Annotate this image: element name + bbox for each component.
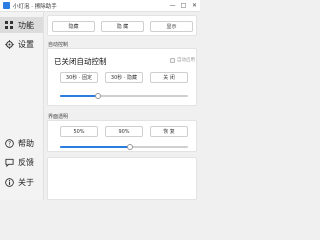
maximize-icon[interactable]: □ bbox=[178, 0, 189, 12]
app-icon bbox=[3, 2, 10, 9]
fixed-30s-button[interactable]: 30秒 · 固定 bbox=[60, 72, 98, 83]
hide-30s-button[interactable]: 30秒 · 隐藏 bbox=[105, 72, 143, 83]
opacity-50-button[interactable]: 50% bbox=[60, 126, 98, 137]
minimize-icon[interactable]: — bbox=[167, 0, 178, 12]
opacity-slider-thumb[interactable] bbox=[127, 144, 134, 150]
auto-control-slider-thumb[interactable] bbox=[95, 93, 102, 99]
log-panel bbox=[47, 157, 197, 200]
auto-enable-checkbox[interactable] bbox=[170, 57, 175, 63]
auto-enable-checkbox-row[interactable]: 自动启用 bbox=[170, 57, 195, 63]
close-auto-button[interactable]: 关 闭 bbox=[150, 72, 188, 83]
info-icon bbox=[4, 177, 14, 187]
top-actions-card: 隐藏 隐 藏 显示 bbox=[47, 15, 197, 36]
sidebar-item-label: 帮助 bbox=[18, 138, 34, 148]
opacity-reset-button[interactable]: 恢 复 bbox=[150, 126, 188, 137]
grid-icon bbox=[4, 20, 14, 30]
opacity-slider-fill bbox=[60, 146, 131, 148]
opacity-90-button[interactable]: 90% bbox=[105, 126, 143, 137]
auto-control-label: 自动控制 bbox=[48, 42, 69, 48]
sidebar-item-label: 反馈 bbox=[18, 157, 34, 167]
auto-enable-label: 自动启用 bbox=[177, 58, 195, 63]
sidebar-item-feedback[interactable]: 反馈 bbox=[0, 154, 43, 170]
title-bar: 小灯泡 · 擦除助手 — □ ✕ bbox=[0, 0, 200, 12]
auto-control-slider[interactable] bbox=[60, 93, 188, 99]
close-icon[interactable]: ✕ bbox=[189, 0, 200, 12]
auto-control-card: 已关闭自动控制 自动启用 30秒 · 固定 30秒 · 隐藏 关 闭 bbox=[47, 48, 197, 106]
hidden-button[interactable]: 隐 藏 bbox=[101, 21, 144, 32]
opacity-slider[interactable] bbox=[60, 144, 188, 150]
window-title: 小灯泡 · 擦除助手 bbox=[13, 3, 57, 10]
sidebar-item-settings[interactable]: 设置 bbox=[0, 36, 43, 52]
opacity-label: 界面透明 bbox=[48, 114, 69, 120]
sidebar-item-label: 功能 bbox=[18, 20, 34, 30]
sidebar-item-about[interactable]: 关于 bbox=[0, 174, 43, 190]
show-button[interactable]: 显示 bbox=[150, 21, 193, 32]
sidebar-item-label: 设置 bbox=[18, 39, 34, 49]
sidebar-item-label: 关于 bbox=[18, 177, 34, 187]
sidebar: 功能 设置 ? 帮助 反馈 关于 bbox=[0, 12, 44, 200]
sidebar-item-features[interactable]: 功能 bbox=[0, 17, 43, 33]
help-icon: ? bbox=[4, 138, 14, 148]
auto-control-status: 已关闭自动控制 bbox=[54, 57, 107, 66]
auto-control-slider-fill bbox=[60, 95, 99, 97]
main-panel: 隐藏 隐 藏 显示 自动控制 已关闭自动控制 自动启用 30秒 · 固定 30秒… bbox=[45, 12, 200, 200]
svg-text:?: ? bbox=[7, 141, 10, 147]
sidebar-item-help[interactable]: ? 帮助 bbox=[0, 135, 43, 151]
opacity-card: 50% 90% 恢 复 bbox=[47, 120, 197, 152]
window-controls: — □ ✕ bbox=[167, 0, 200, 12]
gear-icon bbox=[4, 39, 14, 49]
hide-button[interactable]: 隐藏 bbox=[52, 21, 95, 32]
feedback-icon bbox=[4, 157, 14, 167]
